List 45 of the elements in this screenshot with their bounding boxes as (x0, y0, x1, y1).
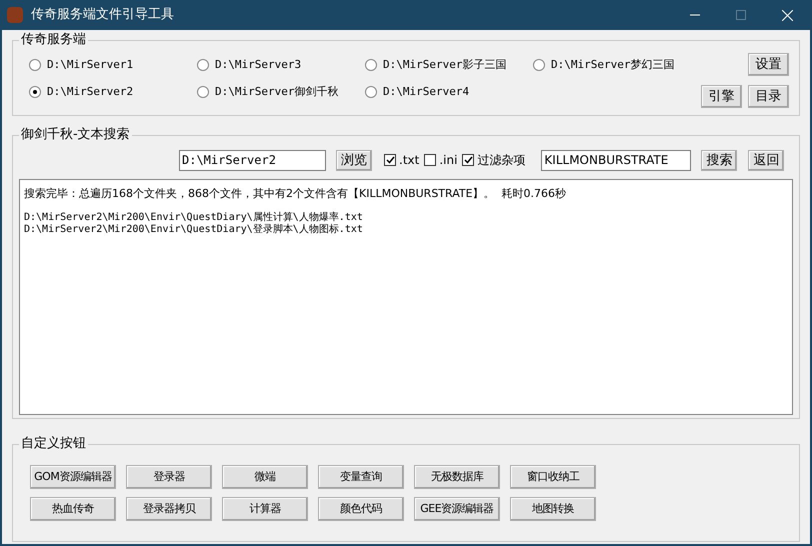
custom-button[interactable]: 计算器 (222, 497, 308, 521)
back-button[interactable]: 返回 (748, 150, 784, 170)
path-field[interactable]: D:\MirServer2 (179, 150, 326, 170)
checkbox[interactable] (462, 154, 474, 166)
checkbox[interactable] (384, 154, 396, 166)
checkbox-label: 过滤杂项 (477, 152, 526, 169)
custom-button[interactable]: 变量查询 (318, 465, 404, 489)
checkbox-label: .ini (439, 152, 458, 169)
checkbox-label: .txt (399, 152, 420, 169)
custom-button[interactable]: 登录器拷贝 (126, 497, 212, 521)
radio-button[interactable] (365, 59, 377, 72)
checkbox[interactable] (424, 154, 436, 166)
radio-label: D:\MirServer梦幻三国 (551, 57, 674, 73)
custom-button[interactable]: 微端 (222, 465, 308, 489)
directory-button[interactable]: 目录 (748, 85, 789, 108)
radio-label: D:\MirServer御剑千秋 (215, 84, 338, 100)
result-path[interactable]: D:\MirServer2\Mir200\Envir\QuestDiary\登录脚本\人物图标.txt (24, 224, 788, 236)
custom-button[interactable]: 无极数据库 (414, 465, 500, 489)
radio-label: D:\MirServer2 (47, 84, 134, 100)
engine-button[interactable]: 引擎 (701, 85, 742, 108)
app-icon (7, 7, 23, 23)
custom-button[interactable]: 颜色代码 (318, 497, 404, 521)
radio-button[interactable] (29, 86, 41, 98)
custom-button[interactable]: GEE资源编辑器 (414, 497, 500, 521)
custom-button[interactable]: 登录器 (126, 465, 212, 489)
radio-button[interactable] (365, 86, 377, 98)
radio-label: D:\MirServer影子三国 (383, 57, 506, 73)
settings-button[interactable]: 设置 (748, 53, 789, 76)
custom-button[interactable]: 窗口收纳工 (510, 465, 596, 489)
result-path[interactable]: D:\MirServer2\Mir200\Envir\QuestDiary\属性计算\人物爆率.txt (24, 212, 788, 224)
radio-button[interactable] (29, 59, 41, 72)
browse-button[interactable]: 浏览 (336, 150, 372, 170)
radio-label: D:\MirServer1 (47, 57, 134, 73)
radio-button[interactable] (197, 86, 209, 98)
window-title: 传奇服务端文件引导工具 (31, 6, 174, 24)
search-summary: 搜索完毕：总遍历168个文件夹，868个文件，其中有2个文件含有【KILLMONBURSTRATE】。 耗时0.766秒 (24, 186, 568, 202)
radio-label: D:\MirServer3 (215, 57, 302, 73)
custom-button[interactable]: GOM资源编辑器 (30, 465, 116, 489)
search-button[interactable]: 搜索 (701, 150, 738, 170)
radio-label: D:\MirServer4 (383, 84, 470, 100)
keyword-field[interactable]: KILLMONBURSTRATE (541, 150, 692, 170)
radio-button[interactable] (533, 59, 545, 72)
radio-button[interactable] (197, 59, 209, 72)
custom-button[interactable]: 地图转换 (510, 497, 596, 521)
custom-button[interactable]: 热血传奇 (30, 497, 116, 521)
